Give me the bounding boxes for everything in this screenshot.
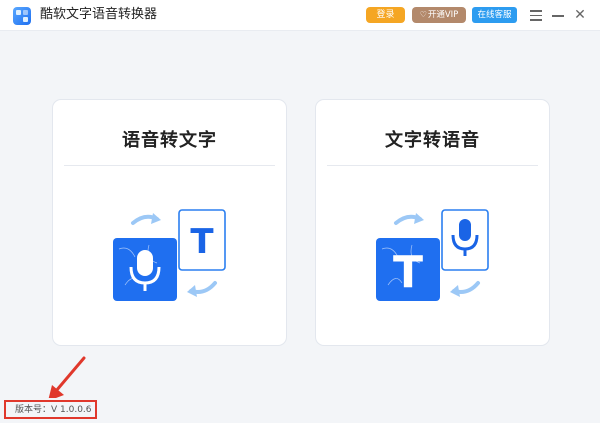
app-logo-icon (13, 7, 31, 25)
title-bar: 酷软文字语音转换器 登录 ♡开通VIP 在线客服 ✕ (0, 0, 600, 31)
voice-to-text-illustration: T (113, 209, 226, 301)
voice-to-text-card[interactable]: 语音转文字 T (52, 99, 287, 346)
svg-text:T: T (190, 222, 214, 262)
version-label: 版本号：V 1.0.0.6 (15, 405, 92, 415)
svg-text:T: T (393, 247, 423, 298)
online-service-button[interactable]: 在线客服 (472, 7, 517, 23)
text-to-voice-illustration: T (376, 209, 489, 301)
vip-button-label: 开通VIP (427, 10, 459, 20)
menu-icon[interactable] (528, 6, 544, 24)
card-title: 文字转语音 (385, 130, 480, 151)
close-icon[interactable]: ✕ (572, 6, 588, 24)
heart-icon: ♡ (419, 10, 427, 19)
vip-button[interactable]: ♡开通VIP (412, 7, 466, 23)
login-button[interactable]: 登录 (366, 7, 405, 23)
text-to-voice-card[interactable]: 文字转语音 T (315, 99, 550, 346)
divider (327, 165, 538, 166)
app-title: 酷软文字语音转换器 (40, 7, 158, 22)
divider (64, 165, 275, 166)
card-title: 语音转文字 (122, 130, 217, 151)
minimize-icon[interactable] (550, 6, 566, 24)
